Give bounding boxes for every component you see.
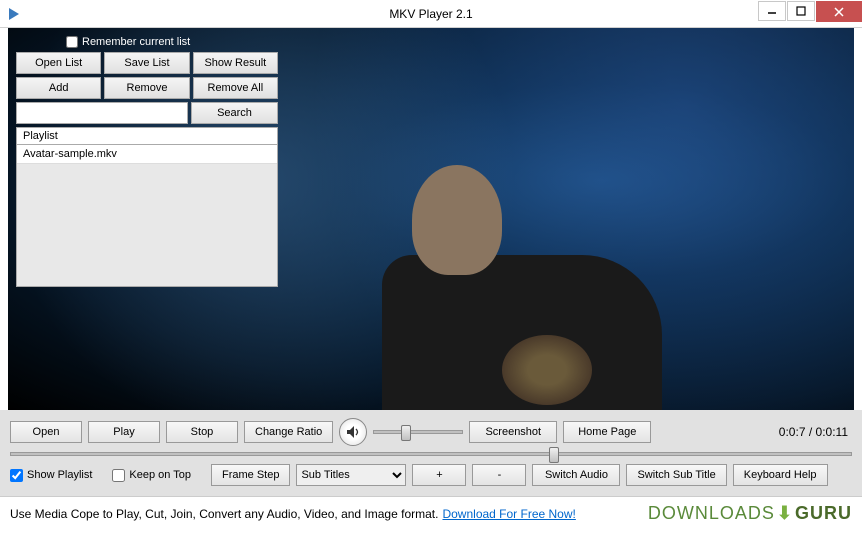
controls-panel: Open Play Stop Change Ratio Screenshot H… [0,410,862,496]
screenshot-button[interactable]: Screenshot [469,421,557,443]
playlist-panel: Remember current list Open List Save Lis… [16,36,278,287]
remove-button[interactable]: Remove [104,77,189,99]
close-button[interactable] [816,1,862,22]
volume-slider[interactable] [373,430,463,434]
window-title: MKV Player 2.1 [389,7,472,21]
titlebar: MKV Player 2.1 [0,0,862,28]
footer: Use Media Cope to Play, Cut, Join, Conve… [0,496,862,530]
keep-on-top-label: Keep on Top [129,469,191,481]
open-list-button[interactable]: Open List [16,52,101,74]
download-icon: ⬇ [777,503,793,524]
plus-button[interactable]: + [412,464,466,486]
stop-button[interactable]: Stop [166,421,238,443]
frame-step-button[interactable]: Frame Step [211,464,290,486]
show-playlist-checkbox[interactable] [10,469,23,482]
switch-subtitle-button[interactable]: Switch Sub Title [626,464,726,486]
add-button[interactable]: Add [16,77,101,99]
show-result-button[interactable]: Show Result [193,52,278,74]
seek-slider[interactable] [10,452,852,456]
open-button[interactable]: Open [10,421,82,443]
keep-on-top-checkbox[interactable] [112,469,125,482]
playlist-box[interactable]: Avatar-sample.mkv [16,145,278,287]
home-page-button[interactable]: Home Page [563,421,651,443]
remove-all-button[interactable]: Remove All [193,77,278,99]
playlist-header: Playlist [16,127,278,145]
keyboard-help-button[interactable]: Keyboard Help [733,464,828,486]
volume-icon[interactable] [339,418,367,446]
remember-list-label: Remember current list [82,36,190,48]
maximize-button[interactable] [787,1,815,21]
play-button[interactable]: Play [88,421,160,443]
minimize-button[interactable] [758,1,786,21]
change-ratio-button[interactable]: Change Ratio [244,421,333,443]
minus-button[interactable]: - [472,464,526,486]
app-icon [6,6,22,22]
video-area[interactable]: Remember current list Open List Save Lis… [8,28,854,410]
subtitles-select[interactable]: Sub Titles [296,464,406,486]
time-display: 0:0:7 / 0:0:11 [779,425,852,439]
search-button[interactable]: Search [191,102,278,124]
search-input[interactable] [16,102,188,124]
remember-list-checkbox[interactable] [66,36,78,48]
download-link[interactable]: Download For Free Now! [442,507,575,521]
save-list-button[interactable]: Save List [104,52,189,74]
show-playlist-label: Show Playlist [27,469,92,481]
video-content-placeholder [382,135,702,395]
brand-logo: DOWNLOADS⬇GURU [648,503,852,524]
window-controls [758,0,862,27]
footer-text: Use Media Cope to Play, Cut, Join, Conve… [10,507,438,521]
playlist-item[interactable]: Avatar-sample.mkv [17,145,277,164]
switch-audio-button[interactable]: Switch Audio [532,464,620,486]
